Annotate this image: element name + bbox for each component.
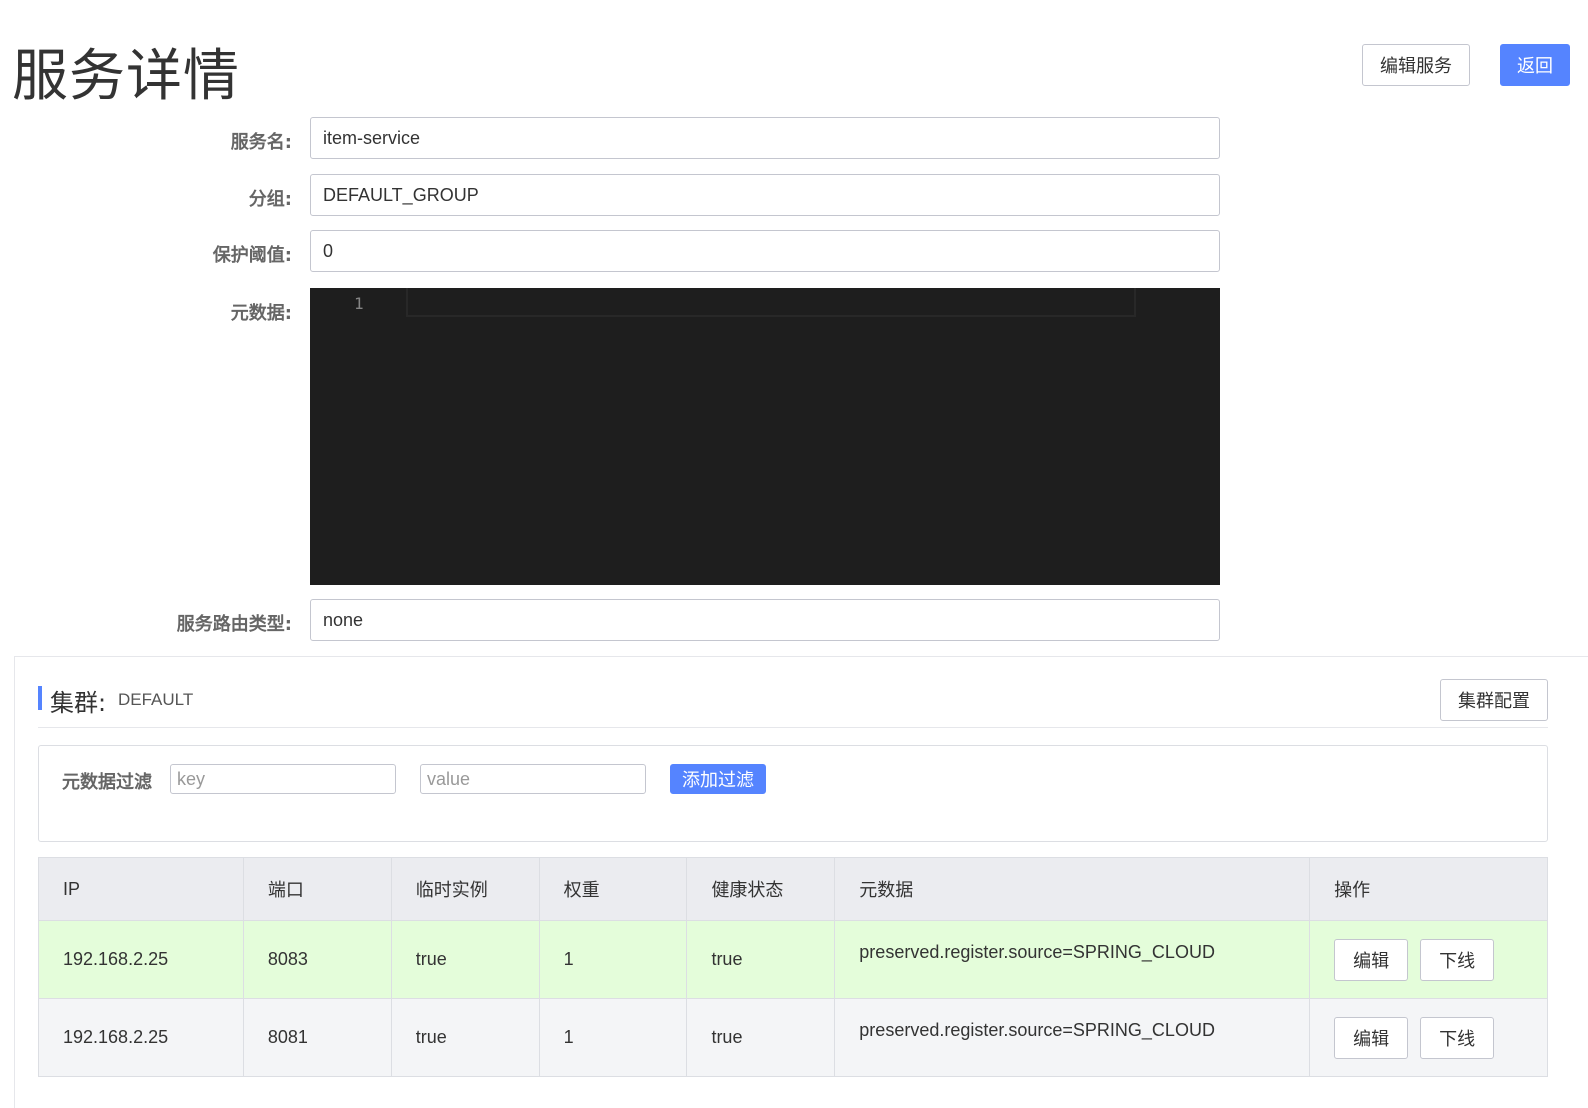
cluster-divider [38,727,1548,728]
selector-type-label: 服务路由类型: [176,614,292,635]
cell-port: 8083 [242,920,392,999]
page-title: 服务详情 [12,44,240,109]
cell-metadata: preserved.register.source=SPRING_CLOUD [834,920,1311,999]
metadata-filter-label: 元数据过滤 [62,772,152,793]
protect-threshold-label: 保护阈值: [212,245,292,266]
add-filter-button[interactable]: 添加过滤 [670,764,766,794]
service-name-input[interactable]: item-service [310,117,1220,159]
cell-weight: 1 [538,920,688,999]
header-metadata: 元数据 [834,857,1311,921]
filter-key-input[interactable]: key [170,764,396,794]
instances-table: IP 端口 临时实例 权重 健康状态 元数据 操作 192.168.2.25 8… [38,857,1548,1077]
cell-ip: 192.168.2.25 [38,920,244,999]
cluster-config-button[interactable]: 集群配置 [1440,679,1548,721]
cell-actions: 编辑 下线 [1309,998,1548,1077]
header-actions: 操作 [1309,857,1548,921]
cell-ephemeral: true [390,998,540,1077]
table-header-row: IP 端口 临时实例 权重 健康状态 元数据 操作 [38,857,1548,921]
cell-actions: 编辑 下线 [1309,920,1548,999]
edit-instance-button[interactable]: 编辑 [1334,938,1409,981]
cluster-title: 集群: [50,689,107,717]
header-ip: IP [38,857,244,921]
header-ephemeral: 临时实例 [390,857,540,921]
filter-value-input[interactable]: value [420,764,646,794]
group-input[interactable]: DEFAULT_GROUP [310,174,1220,216]
cluster-name: DEFAULT [118,690,194,709]
cell-ip: 192.168.2.25 [38,998,244,1077]
protect-threshold-input[interactable]: 0 [310,230,1220,272]
group-label: 分组: [248,189,292,210]
cell-weight: 1 [538,998,688,1077]
metadata-label: 元数据: [230,303,292,324]
cell-metadata: preserved.register.source=SPRING_CLOUD [834,998,1311,1077]
cell-port: 8081 [242,998,392,1077]
header-weight: 权重 [538,857,688,921]
cluster-accent-bar [38,686,42,710]
table-row: 192.168.2.25 8083 true 1 true preserved.… [38,920,1548,999]
back-button[interactable]: 返回 [1500,44,1570,86]
edit-service-button[interactable]: 编辑服务 [1362,44,1470,86]
metadata-editor[interactable]: 1 [310,288,1220,585]
cell-health: true [686,998,836,1077]
editor-current-line [406,288,1136,317]
edit-instance-button[interactable]: 编辑 [1334,1016,1409,1059]
offline-instance-button[interactable]: 下线 [1420,938,1495,981]
cell-ephemeral: true [390,920,540,999]
service-name-label: 服务名: [230,132,292,153]
editor-line-number: 1 [354,294,364,313]
header-health: 健康状态 [686,857,836,921]
selector-type-input[interactable]: none [310,599,1220,641]
header-port: 端口 [242,857,392,921]
cell-health: true [686,920,836,999]
offline-instance-button[interactable]: 下线 [1420,1016,1495,1059]
table-row: 192.168.2.25 8081 true 1 true preserved.… [38,998,1548,1077]
